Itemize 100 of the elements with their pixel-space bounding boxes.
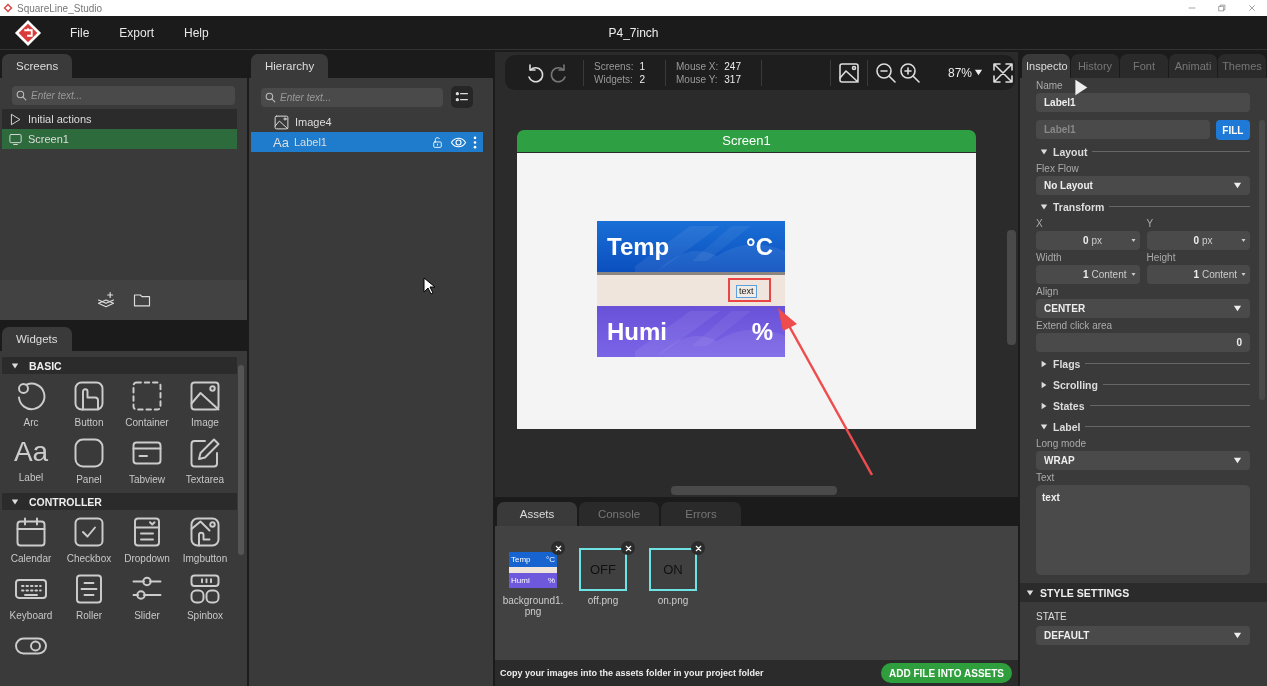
section-header[interactable]: Scrolling [1036,375,1250,394]
unit-field[interactable]: 1 Content [1036,265,1140,284]
unit-field[interactable]: 1 Content [1146,265,1250,284]
dropdown[interactable]: No Layout [1036,176,1250,195]
stat-value: 317 [724,72,741,86]
search-field[interactable]: Enter text... [12,86,235,105]
widget-item[interactable]: Calendar [2,514,60,567]
screen-list-item[interactable]: Screen1 [2,129,237,149]
search-field[interactable]: Enter text... [261,87,443,107]
dropdown[interactable]: DEFAULT [1036,626,1250,645]
image-button[interactable] [836,60,861,85]
fullscreen-button[interactable] [991,60,1015,85]
zoom-dropdown[interactable]: 87% [947,65,983,80]
section-header[interactable]: Transform [1036,197,1250,216]
section-header[interactable]: States [1036,396,1250,415]
field-value: 0 [1082,235,1089,246]
group-header[interactable]: CONTROLLER [2,493,237,510]
widget-label: Container [125,417,169,428]
caret-icon [11,361,19,370]
widget-label: Arc [23,417,39,428]
widget-item[interactable]: Image [176,378,234,431]
menu-item[interactable]: Help [184,23,209,42]
play-icon[interactable] [1074,79,1088,96]
zoom-out-button[interactable] [873,60,898,85]
hierarchy-item[interactable]: Image4 [251,112,483,132]
section-title: Scrolling [1053,378,1098,391]
item-label: Image4 [295,116,332,128]
scrollbar[interactable] [1007,230,1016,345]
widget-item[interactable]: Dropdown [118,514,176,567]
tab[interactable]: Inspecto [1022,54,1070,78]
tab[interactable]: Widgets [2,327,72,351]
zoom-in-button[interactable] [897,60,922,85]
image-icon [273,113,290,131]
number-field[interactable]: 0 [1036,333,1250,352]
close-icon [553,543,563,553]
unit-field[interactable]: 0 px [1146,231,1250,250]
widget-item[interactable]: Spinbox [176,571,234,624]
widget-item[interactable]: Roller [60,571,118,624]
widget-item[interactable]: Textarea [176,435,234,488]
dropdown[interactable]: CENTER [1036,299,1250,318]
stat-label: Screens: [594,59,634,73]
item-label: Initial actions [28,113,92,125]
play-icon [8,111,23,127]
stat-value: 1 [639,59,646,73]
widget-label: Roller [75,610,103,621]
dropdown[interactable]: WRAP [1036,451,1250,470]
section-header[interactable]: Layout [1036,142,1250,161]
widget-item[interactable]: Container [118,378,176,431]
group-title: BASIC [29,359,62,372]
remove-button[interactable] [551,541,565,555]
text-field[interactable]: Label1 [1036,120,1210,139]
widget-item[interactable]: Button [60,378,118,431]
widget-label: Imgbutton [182,553,228,564]
tab[interactable]: Assets [497,502,577,526]
widget-item[interactable]: Panel [60,435,118,488]
thumb-text: °C [546,553,555,566]
caret-icon [1130,272,1136,277]
field-value: 0 [1193,235,1199,246]
screen-list-item[interactable]: Initial actions [2,109,237,129]
widget-label: Calendar [10,553,52,564]
widget-label: Button [74,417,104,428]
section-header[interactable]: Flags [1036,354,1250,373]
caret-icon [1040,380,1048,389]
caret-icon [1026,588,1034,597]
list-view-button[interactable] [451,86,473,108]
fill-button[interactable]: FILL [1215,120,1250,140]
text-area[interactable]: text [1036,485,1250,575]
asset-name: background1.png [501,595,565,617]
widget-item[interactable]: Checkbox [60,514,118,567]
widget-item[interactable]: Arc [2,378,60,431]
unit-label: % [751,317,773,346]
menu-item[interactable]: File [70,23,90,42]
tab[interactable]: Screens [2,54,73,78]
widget-label: Label [18,472,44,483]
remove-button[interactable] [691,541,705,555]
section-header[interactable]: STYLE SETTINGS [1020,583,1267,602]
zoom-in-icon [897,60,922,85]
label-widget[interactable]: text [736,285,757,298]
section-title: Layout [1053,145,1088,158]
dropdown-value: WRAP [1044,455,1075,466]
widget-item[interactable]: Slider [118,571,176,624]
unit-field[interactable]: 0 px [1036,231,1140,250]
menu-item[interactable]: Export [119,23,155,42]
scrollbar[interactable] [671,486,837,495]
tab[interactable]: Hierarchy [251,54,329,78]
widget-item[interactable]: Imgbutton [176,514,234,567]
text-field[interactable]: Label1 [1036,93,1250,112]
widget-label: Spinbox [186,610,224,621]
group-header[interactable]: BASIC [2,357,237,374]
add-screen-icon [95,290,116,310]
more-icon[interactable] [473,135,477,149]
remove-button[interactable] [621,541,635,555]
panel-title: Temp [607,232,670,261]
section-header[interactable]: Label [1036,417,1250,436]
widget-item[interactable]: Aa Label [2,435,60,488]
asset-thumbnail[interactable]: Temp °C Humi % [509,548,557,591]
screen-title-bar: Screen1 [517,130,976,152]
widget-item[interactable]: Keyboard [2,571,60,624]
scrollbar[interactable] [238,365,244,555]
widget-item[interactable]: Tabview [118,435,176,488]
